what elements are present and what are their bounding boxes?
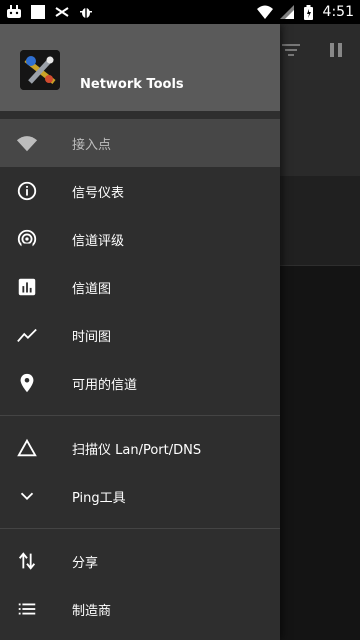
radar-icon <box>0 228 72 250</box>
list-icon <box>0 598 72 620</box>
menu-item-label: 分享 <box>72 555 99 571</box>
menu-item-label: 信道评级 <box>72 233 125 249</box>
status-time: 4:51 <box>322 4 354 20</box>
menu-item-scanner[interactable]: 扫描仪 Lan/Port/DNS <box>0 424 280 472</box>
status-left-icons <box>6 4 94 20</box>
info-icon <box>0 180 72 202</box>
battery-icon <box>301 4 317 20</box>
drawer-menu: 接入点信号仪表信道评级信道图时间图可用的信道扫描仪 Lan/Port/DNS Pi… <box>0 119 280 633</box>
menu-item-label: 扫描仪 Lan/Port/DNS <box>72 442 202 458</box>
menu-item-label: 信号仪表 <box>72 185 125 201</box>
wifi-icon <box>256 4 273 20</box>
signal-icon <box>279 4 295 20</box>
usb-icon <box>54 4 70 20</box>
bug-icon <box>78 4 94 20</box>
menu-item-channel-rating[interactable]: 信道评级 <box>0 215 280 263</box>
location-pin-icon <box>0 372 72 394</box>
menu-item-access-point[interactable]: 接入点 <box>0 119 280 167</box>
menu-item-time-graph[interactable]: 时间图 <box>0 311 280 359</box>
menu-item-vendor[interactable]: 制造商 <box>0 585 280 633</box>
screen: 4:51 Network Tools 接入点 信号仪表 信道评级 信道图 时间图… <box>0 0 360 640</box>
triangle-icon <box>0 437 72 459</box>
menu-divider <box>0 415 280 416</box>
sort-arrows-icon <box>0 550 72 572</box>
menu-item-label: 可用的信道 <box>72 377 138 393</box>
wifi-icon <box>0 132 72 154</box>
android-debug-icon <box>6 4 22 20</box>
square-icon <box>30 4 46 20</box>
menu-item-ping[interactable]: Ping工具 <box>0 472 280 520</box>
menu-item-label: 信道图 <box>72 281 112 297</box>
bar-chart-icon <box>0 276 72 298</box>
menu-divider <box>0 528 280 529</box>
drawer-header: Network Tools <box>0 24 280 111</box>
menu-item-signal-meter[interactable]: 信号仪表 <box>0 167 280 215</box>
menu-item-label: 接入点 <box>72 137 112 153</box>
menu-item-available-channels[interactable]: 可用的信道 <box>0 359 280 407</box>
header-separator <box>0 111 280 119</box>
menu-item-label: Ping工具 <box>72 490 126 506</box>
pause-icon[interactable] <box>330 42 342 61</box>
chevron-down-icon <box>0 485 72 507</box>
menu-item-label: 制造商 <box>72 603 112 619</box>
status-bar: 4:51 <box>0 0 360 24</box>
filter-icon[interactable] <box>282 42 300 61</box>
app-name: Network Tools <box>80 77 184 92</box>
app-logo <box>20 50 60 90</box>
menu-item-label: 时间图 <box>72 329 112 345</box>
status-right: 4:51 <box>256 4 354 20</box>
menu-item-share[interactable]: 分享 <box>0 537 280 585</box>
trend-icon <box>0 324 72 346</box>
navigation-drawer: Network Tools 接入点信号仪表信道评级信道图时间图可用的信道扫描仪 … <box>0 24 280 640</box>
menu-item-channel-graph[interactable]: 信道图 <box>0 263 280 311</box>
